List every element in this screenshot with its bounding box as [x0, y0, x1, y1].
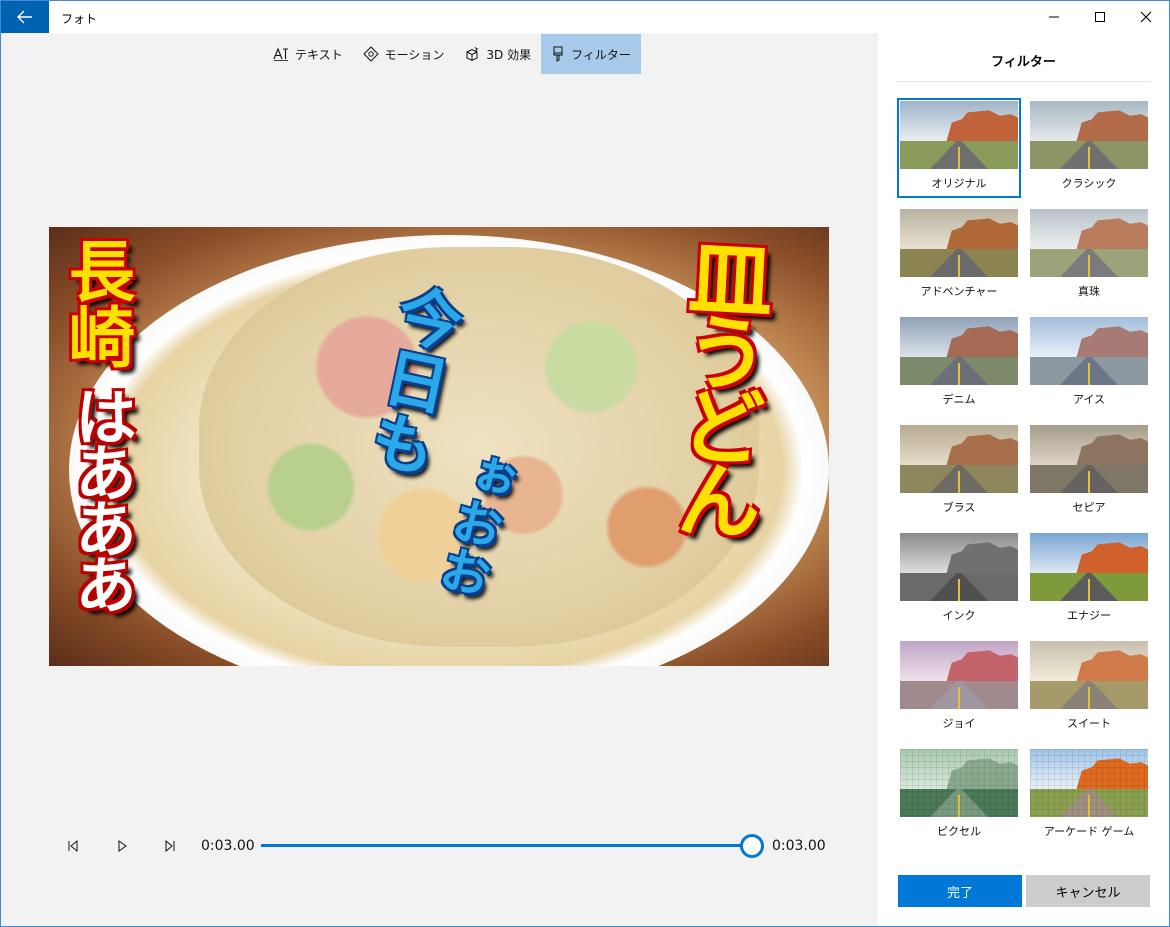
overlay-text-saraudon: 皿うどん — [662, 232, 776, 534]
filter-panel: フィルター オリジナル クラシックアドベンチャー 真珠デニム アイスブラス セピアインク… — [878, 33, 1169, 926]
filter-option[interactable]: 真珠 — [1028, 207, 1150, 305]
filter-label: アドベンチャー — [920, 285, 998, 298]
filter-thumbnail — [1030, 101, 1148, 169]
minimize-icon — [1049, 16, 1059, 18]
filter-thumbnail — [900, 749, 1018, 817]
maximize-button[interactable] — [1077, 1, 1123, 33]
filter-label: クラシック — [1061, 177, 1117, 190]
filter-thumbnail — [900, 101, 1018, 169]
cancel-button[interactable]: キャンセル — [1026, 875, 1150, 907]
filter-option[interactable]: アイス — [1028, 315, 1150, 413]
filter-label: ピクセル — [937, 825, 981, 838]
filter-thumbnail — [1030, 641, 1148, 709]
filter-label: アイス — [1072, 393, 1106, 406]
filter-thumbnail — [900, 209, 1018, 277]
filter-thumbnail — [1030, 749, 1148, 817]
previous-frame-button[interactable] — [61, 835, 85, 857]
overlay-text-nagasaki: 長崎 — [58, 237, 135, 369]
filter-thumbnail — [900, 641, 1018, 709]
filter-option[interactable]: ブラス — [898, 423, 1020, 521]
filter-label: ブラス — [942, 501, 976, 514]
seek-track[interactable] — [261, 844, 751, 847]
arrow-left-icon — [17, 10, 32, 24]
play-icon — [118, 840, 127, 852]
overlay-text-haaaa: はあああ — [64, 385, 137, 609]
filter-thumbnail — [900, 317, 1018, 385]
filter-thumbnail — [1030, 209, 1148, 277]
filter-option[interactable]: スイート — [1028, 639, 1150, 737]
panel-title: フィルター — [991, 55, 1056, 70]
filter-option[interactable]: ジョイ — [898, 639, 1020, 737]
filter-thumbnail — [900, 425, 1018, 493]
tab-text-label: テキスト — [295, 47, 343, 62]
filter-label: アーケード ゲーム — [1043, 825, 1135, 838]
current-time: 0:03.00 — [201, 838, 255, 854]
close-icon — [1140, 11, 1152, 23]
edit-toolbar: テキスト モーション 3D 効果 フィルター — [263, 34, 641, 74]
filter-option[interactable]: オリジナル — [897, 98, 1021, 198]
app-title: フォト — [61, 12, 98, 26]
filter-thumbnail — [1030, 425, 1148, 493]
photos-window: フォト テキスト モーション 3D 効果 フィルター 長崎 はあああ 今日も ぉ… — [0, 0, 1170, 927]
step-back-icon — [68, 840, 78, 852]
divider — [896, 81, 1151, 82]
tab-3d-effects-label: 3D 効果 — [486, 47, 532, 62]
filter-label: スイート — [1067, 717, 1111, 730]
filter-option[interactable]: セピア — [1028, 423, 1150, 521]
tab-filter[interactable]: フィルター — [541, 34, 641, 74]
seek-handle[interactable] — [740, 834, 764, 858]
close-button[interactable] — [1123, 1, 1169, 33]
filter-icon — [553, 46, 563, 62]
tab-text[interactable]: テキスト — [263, 34, 353, 74]
minimize-button[interactable] — [1031, 1, 1077, 33]
filter-thumbnail — [1030, 533, 1148, 601]
filter-label: セピア — [1072, 501, 1106, 514]
text-icon — [273, 47, 288, 61]
back-button[interactable] — [1, 1, 49, 33]
filter-option[interactable]: クラシック — [1028, 99, 1150, 197]
tab-motion-label: モーション — [384, 47, 445, 62]
tab-filter-label: フィルター — [571, 47, 631, 62]
playback-bar: 0:03.00 0:03.00 — [61, 831, 831, 861]
total-time: 0:03.00 — [772, 838, 826, 854]
photo-preview: 長崎 はあああ 今日も ぉおお 皿うどん — [49, 227, 829, 666]
tab-motion[interactable]: モーション — [353, 34, 455, 74]
filter-option[interactable]: デニム — [898, 315, 1020, 413]
filter-label: 真珠 — [1078, 285, 1100, 298]
filter-label: インク — [942, 609, 976, 622]
play-button[interactable] — [110, 835, 134, 857]
tab-3d-effects[interactable]: 3D 効果 — [454, 34, 541, 74]
filter-thumbnail — [900, 533, 1018, 601]
filter-option[interactable]: アドベンチャー — [898, 207, 1020, 305]
filter-label: デニム — [942, 393, 976, 406]
3d-effects-icon — [466, 46, 479, 62]
step-forward-icon — [165, 840, 175, 852]
next-frame-button[interactable] — [158, 835, 182, 857]
filter-option[interactable]: インク — [898, 531, 1020, 629]
filter-option[interactable]: アーケード ゲーム — [1028, 747, 1150, 845]
filter-label: エナジー — [1067, 609, 1111, 622]
filter-option[interactable]: エナジー — [1028, 531, 1150, 629]
filter-label: ジョイ — [942, 717, 976, 730]
title-bar: フォト — [1, 1, 1169, 33]
done-button[interactable]: 完了 — [898, 875, 1022, 907]
maximize-icon — [1095, 12, 1105, 22]
filter-option[interactable]: ピクセル — [898, 747, 1020, 845]
filter-thumbnail — [1030, 317, 1148, 385]
motion-icon — [362, 46, 379, 62]
filter-label: オリジナル — [931, 177, 987, 190]
